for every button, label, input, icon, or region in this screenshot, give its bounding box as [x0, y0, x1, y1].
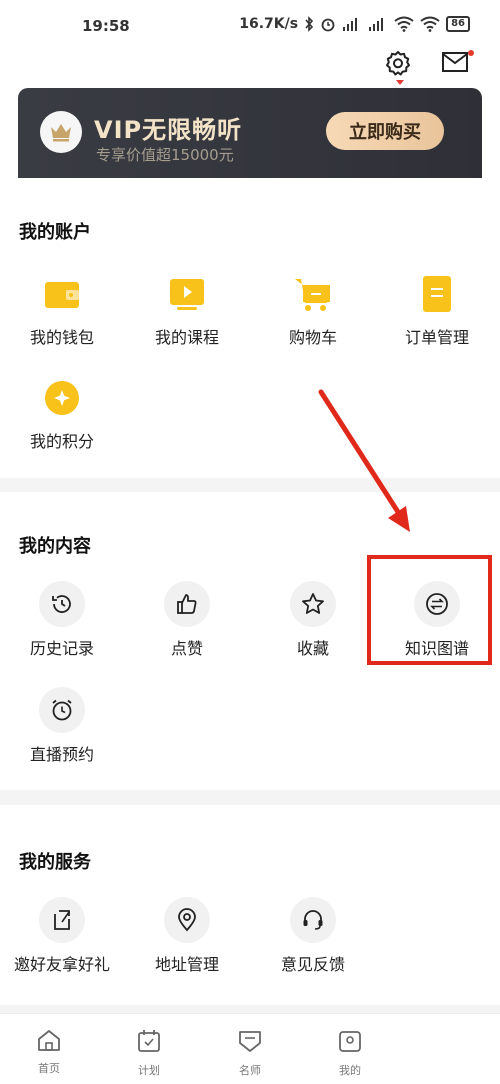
live-reservation-label: 直播预约 — [29, 745, 94, 764]
invite-friends-label: 邀好友拿好礼 — [13, 955, 110, 974]
alarm-clock-icon — [39, 687, 85, 733]
status-indicators: 16.7K/s 86 — [239, 16, 470, 32]
settings-button[interactable] — [384, 49, 412, 77]
cart-icon — [291, 272, 335, 316]
live-reservation-item[interactable]: 直播预约 — [2, 687, 122, 765]
home-icon — [38, 1030, 60, 1051]
vip-subtitle: 专享价值超15000元 — [96, 146, 234, 164]
star-icon — [290, 581, 336, 627]
feedback-icon — [290, 897, 336, 943]
course-item[interactable]: 我的课程 — [127, 272, 247, 348]
history-label: 历史记录 — [29, 639, 94, 658]
nav-profile[interactable]: 我的 — [320, 1028, 380, 1078]
likes-item[interactable]: 点赞 — [127, 581, 247, 659]
signal-icon — [343, 18, 358, 31]
wifi-icon-2 — [420, 16, 440, 32]
nav-home-label: 首页 — [38, 1062, 60, 1075]
profile-icon — [339, 1031, 361, 1052]
nav-home[interactable]: 首页 — [19, 1028, 79, 1076]
nav-teacher-label: 名师 — [239, 1064, 261, 1077]
location-icon — [164, 897, 210, 943]
history-item[interactable]: 历史记录 — [2, 581, 122, 659]
wallet-item[interactable]: 我的钱包 — [2, 272, 122, 348]
battery-indicator: 86 — [446, 16, 470, 32]
nav-profile-label: 我的 — [339, 1064, 361, 1077]
teacher-icon — [239, 1031, 261, 1052]
settings-indicator — [396, 80, 404, 85]
wallet-icon — [40, 272, 84, 316]
account-section-title: 我的账户 — [19, 222, 91, 243]
order-label: 订单管理 — [404, 328, 469, 347]
course-label: 我的课程 — [154, 328, 219, 347]
service-section: 我的服务 邀好友拿好礼 地址管理 意见反馈 — [0, 805, 500, 1005]
plan-icon — [138, 1030, 160, 1052]
invite-icon — [39, 897, 85, 943]
favorites-label: 收藏 — [296, 639, 329, 658]
buy-now-button[interactable]: 立即购买 — [326, 112, 444, 150]
mail-unread-dot — [468, 50, 474, 56]
mail-icon — [442, 52, 468, 72]
account-section: 我的账户 我的钱包 我的课程 购物车 订单管理 我的积分 — [0, 180, 500, 478]
address-label: 地址管理 — [154, 955, 219, 974]
gear-icon — [386, 51, 410, 76]
vip-crown-icon — [40, 111, 82, 153]
network-speed: 16.7K/s — [239, 16, 299, 32]
bottom-nav: 首页 计划 名师 我的 — [0, 1013, 500, 1084]
wallet-label: 我的钱包 — [29, 328, 94, 347]
cart-label: 购物车 — [288, 328, 337, 347]
bluetooth-icon — [305, 16, 314, 32]
wifi-icon — [394, 16, 414, 32]
service-section-title: 我的服务 — [19, 852, 91, 873]
feedback-item[interactable]: 意见反馈 — [253, 897, 373, 975]
vip-title: VIP无限畅听 — [94, 116, 243, 144]
top-actions — [0, 40, 500, 88]
invite-friends-item[interactable]: 邀好友拿好礼 — [2, 897, 122, 975]
history-icon — [39, 581, 85, 627]
content-section-title: 我的内容 — [19, 536, 91, 557]
nav-plan[interactable]: 计划 — [119, 1028, 179, 1078]
points-label: 我的积分 — [29, 432, 94, 451]
cart-item[interactable]: 购物车 — [253, 272, 373, 348]
points-icon — [40, 376, 84, 420]
status-time: 19:58 — [82, 17, 130, 35]
address-item[interactable]: 地址管理 — [127, 897, 247, 975]
nav-plan-label: 计划 — [138, 1064, 160, 1077]
mail-button[interactable] — [441, 51, 471, 75]
favorites-item[interactable]: 收藏 — [253, 581, 373, 659]
order-item[interactable]: 订单管理 — [377, 272, 497, 348]
order-icon — [415, 272, 459, 316]
nav-teacher[interactable]: 名师 — [220, 1028, 280, 1078]
course-icon — [165, 272, 209, 316]
signal-icon-2 — [369, 18, 384, 31]
likes-label: 点赞 — [170, 639, 203, 658]
thumbs-up-icon — [164, 581, 210, 627]
alarm-icon — [321, 18, 335, 32]
vip-banner[interactable]: VIP无限畅听 专享价值超15000元 立即购买 — [18, 88, 482, 178]
points-item[interactable]: 我的积分 — [2, 376, 122, 452]
annotation-highlight-box — [367, 555, 492, 665]
feedback-label: 意见反馈 — [280, 955, 345, 974]
